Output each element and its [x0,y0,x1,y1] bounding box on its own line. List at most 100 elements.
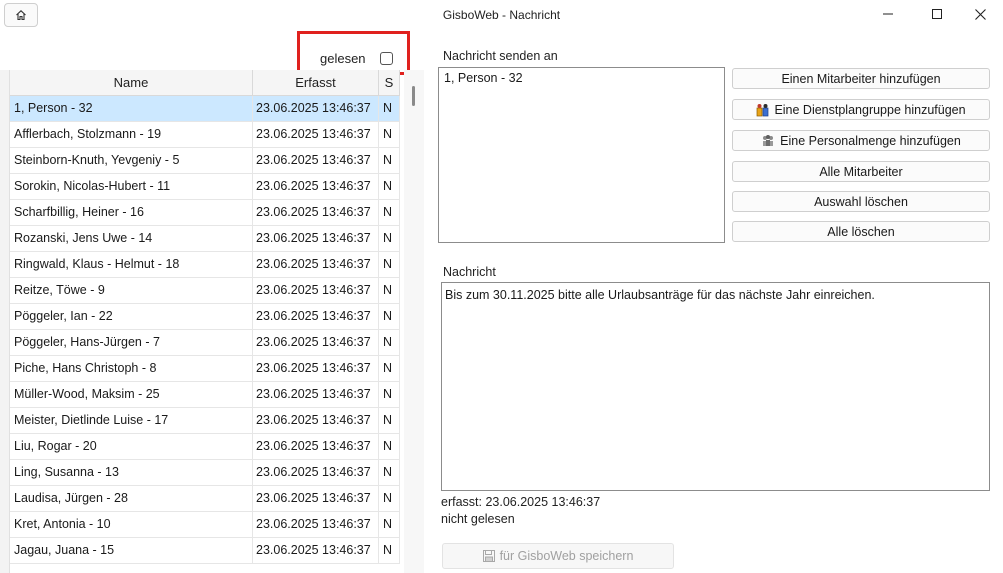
table-row[interactable]: 1, Person - 32 23.06.2025 13:46:37 N [10,96,400,122]
cell-name: Rozanski, Jens Uwe - 14 [10,226,253,251]
cell-erfasst: 23.06.2025 13:46:37 [253,148,379,173]
cell-status: N [379,538,400,563]
cell-name: Reitze, Töwe - 9 [10,278,253,303]
table-header: Name Erfasst S [10,70,400,96]
cell-erfasst: 23.06.2025 13:46:37 [253,356,379,381]
table-row[interactable]: Sorokin, Nicolas-Hubert - 11 23.06.2025 1… [10,174,400,200]
table-body: 1, Person - 32 23.06.2025 13:46:37 N Affler… [10,96,400,564]
cell-name: Afflerbach, Stolzmann - 19 [10,122,253,147]
add-group-button[interactable]: Eine Dienstplangruppe hinzufügen [732,99,990,120]
cell-status: N [379,486,400,511]
gelesen-checkbox[interactable] [380,52,393,65]
cell-status: N [379,174,400,199]
cell-status: N [379,122,400,147]
add-personnel-set-button[interactable]: Eine Personalmenge hinzufügen [732,130,990,151]
add-group-label: Eine Dienstplangruppe hinzufügen [774,102,966,117]
recipients-list[interactable]: 1, Person - 32 [438,67,725,243]
cell-name: 1, Person - 32 [10,96,253,121]
table-row[interactable]: Steinborn-Knuth, Yevgeniy - 5 23.06.2025 … [10,148,400,174]
table-row[interactable]: Müller-Wood, Maksim - 25 23.06.2025 13:46… [10,382,400,408]
cell-name: Ling, Susanna - 13 [10,460,253,485]
cell-name: Ringwald, Klaus - Helmut - 18 [10,252,253,277]
close-button[interactable] [957,0,1003,28]
column-header-erfasst[interactable]: Erfasst [253,70,379,96]
table-row[interactable]: Reitze, Töwe - 9 23.06.2025 13:46:37 N [10,278,400,304]
cell-status: N [379,460,400,485]
cell-erfasst: 23.06.2025 13:46:37 [253,278,379,303]
cell-name: Pöggeler, Ian - 22 [10,304,253,329]
cell-erfasst: 23.06.2025 13:46:37 [253,226,379,251]
minimize-icon [883,13,893,15]
row-header-gutter [0,70,10,573]
clear-all-button[interactable]: Alle löschen [732,221,990,242]
table-row[interactable]: Laudisa, Jürgen - 28 23.06.2025 13:46:37 N [10,486,400,512]
window-title: GisboWeb - Nachricht [442,8,561,22]
cell-status: N [379,96,400,121]
cell-name: Laudisa, Jürgen - 28 [10,486,253,511]
cell-status: N [379,330,400,355]
table-row[interactable]: Pöggeler, Hans-Jürgen - 7 23.06.2025 13:4… [10,330,400,356]
message-table: Name Erfasst S 1, Person - 32 23.06.2025 … [0,70,424,573]
cell-erfasst: 23.06.2025 13:46:37 [253,122,379,147]
cell-name: Kret, Antonia - 10 [10,512,253,537]
all-employees-button[interactable]: Alle Mitarbeiter [732,161,990,182]
title-bar: GisboWeb - Nachricht [0,0,1003,30]
clear-selection-button[interactable]: Auswahl löschen [732,191,990,212]
table-row[interactable]: Ringwald, Klaus - Helmut - 18 23.06.2025 … [10,252,400,278]
cell-name: Steinborn-Knuth, Yevgeniy - 5 [10,148,253,173]
cell-status: N [379,200,400,225]
cell-status: N [379,434,400,459]
maximize-button[interactable] [914,0,960,28]
column-header-status[interactable]: S [379,70,400,96]
cell-erfasst: 23.06.2025 13:46:37 [253,96,379,121]
minimize-button[interactable] [865,0,911,28]
save-icon [482,550,495,562]
save-label: für GisboWeb speichern [499,549,634,563]
group-icon [757,103,769,116]
add-employee-button[interactable]: Einen Mitarbeiter hinzufügen [732,68,990,89]
message-label: Nachricht [443,265,496,279]
table-row[interactable]: Meister, Dietlinde Luise - 17 23.06.2025 … [10,408,400,434]
add-employee-label: Einen Mitarbeiter hinzufügen [781,71,941,86]
cell-erfasst: 23.06.2025 13:46:37 [253,174,379,199]
table-row[interactable]: Afflerbach, Stolzmann - 19 23.06.2025 13:… [10,122,400,148]
cell-erfasst: 23.06.2025 13:46:37 [253,408,379,433]
cell-status: N [379,356,400,381]
recipient-item[interactable]: 1, Person - 32 [444,71,719,85]
add-personnel-set-label: Eine Personalmenge hinzufügen [780,133,961,148]
table-row[interactable]: Pöggeler, Ian - 22 23.06.2025 13:46:37 N [10,304,400,330]
gelesen-label: gelesen [320,51,366,66]
clear-all-label: Alle löschen [827,224,895,239]
table-row[interactable]: Jagau, Juana - 15 23.06.2025 13:46:37 N [10,538,400,564]
cell-erfasst: 23.06.2025 13:46:37 [253,512,379,537]
clear-selection-label: Auswahl löschen [814,194,908,209]
cell-status: N [379,252,400,277]
message-textarea[interactable]: Bis zum 30.11.2025 bitte alle Urlaubsant… [441,282,990,491]
message-text: Bis zum 30.11.2025 bitte alle Urlaubsant… [445,288,875,302]
scrollbar-thumb[interactable] [412,86,415,106]
save-to-gisboweb-button[interactable]: für GisboWeb speichern [442,543,674,569]
cell-status: N [379,148,400,173]
cell-erfasst: 23.06.2025 13:46:37 [253,330,379,355]
table-row[interactable]: Kret, Antonia - 10 23.06.2025 13:46:37 N [10,512,400,538]
table-row[interactable]: Ling, Susanna - 13 23.06.2025 13:46:37 N [10,460,400,486]
vertical-scrollbar[interactable] [404,70,424,573]
cell-status: N [379,278,400,303]
cell-status: N [379,408,400,433]
cell-name: Sorokin, Nicolas-Hubert - 11 [10,174,253,199]
table-row[interactable]: Rozanski, Jens Uwe - 14 23.06.2025 13:46:… [10,226,400,252]
recipients-label: Nachricht senden an [443,49,558,63]
maximize-icon [932,9,942,19]
cell-erfasst: 23.06.2025 13:46:37 [253,200,379,225]
table-row[interactable]: Scharfbillig, Heiner - 16 23.06.2025 13:4… [10,200,400,226]
cell-erfasst: 23.06.2025 13:46:37 [253,538,379,563]
table-row[interactable]: Piche, Hans Christoph - 8 23.06.2025 13:4… [10,356,400,382]
cell-erfasst: 23.06.2025 13:46:37 [253,382,379,407]
cell-name: Jagau, Juana - 15 [10,538,253,563]
column-header-name[interactable]: Name [10,70,253,96]
personnel-set-icon [763,135,774,146]
table-row[interactable]: Liu, Rogar - 20 23.06.2025 13:46:37 N [10,434,400,460]
cell-erfasst: 23.06.2025 13:46:37 [253,434,379,459]
cell-name: Piche, Hans Christoph - 8 [10,356,253,381]
cell-status: N [379,512,400,537]
